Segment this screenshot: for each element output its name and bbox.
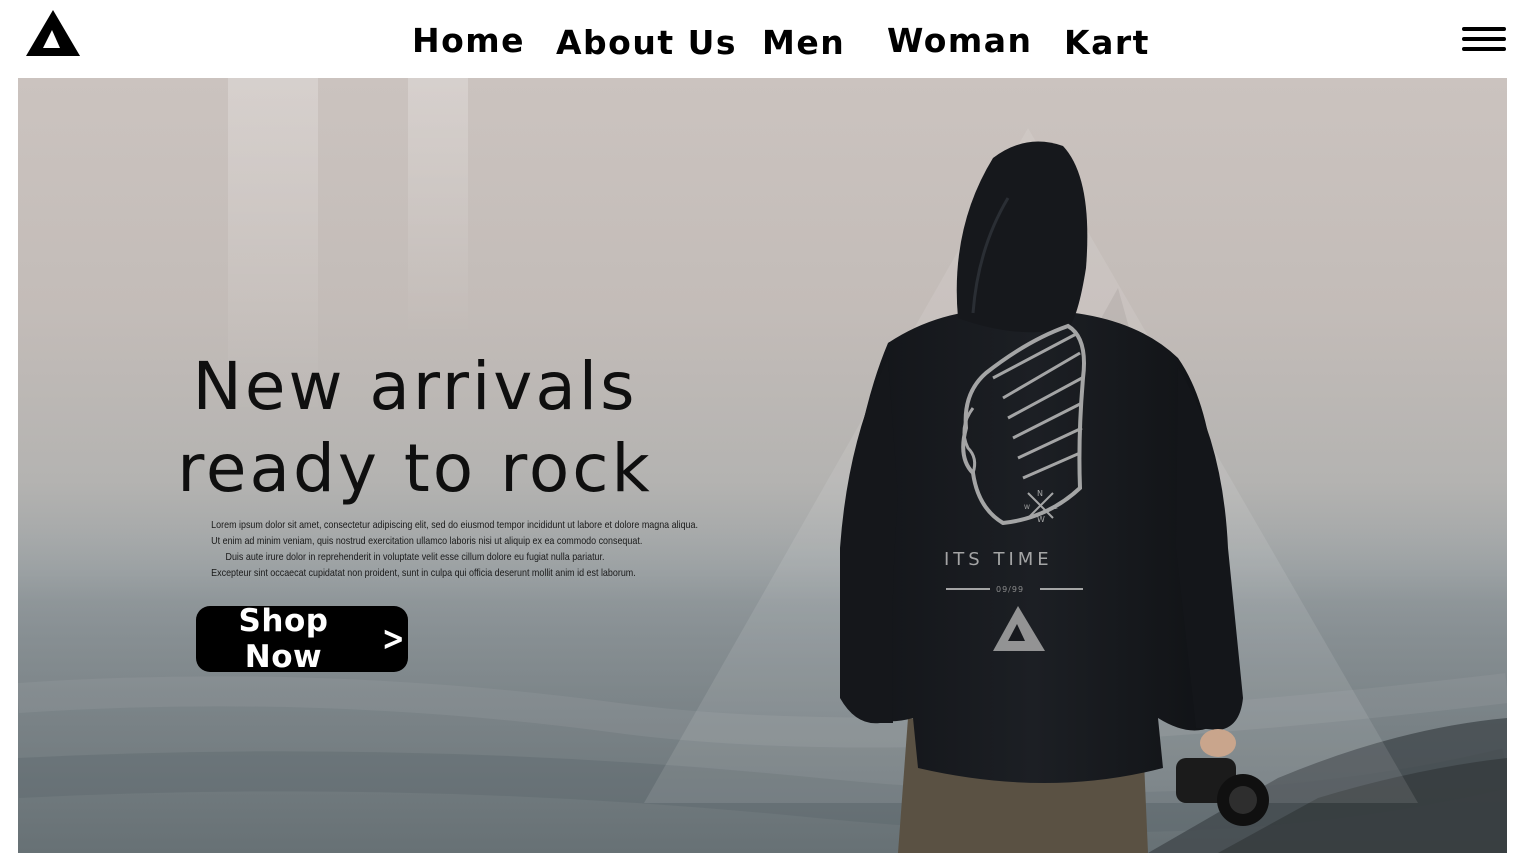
hamburger-menu-icon[interactable]: [1462, 27, 1506, 53]
compass-letter-w1: W: [1024, 504, 1030, 511]
nav-woman[interactable]: Woman: [887, 21, 1033, 60]
description-line: Lorem ipsum dolor sit amet, consectetur …: [211, 520, 698, 531]
nav-men[interactable]: Men: [762, 23, 845, 62]
nav-home[interactable]: Home: [412, 21, 525, 60]
hoodie-print-date: 09/99: [996, 585, 1024, 594]
description-line: Excepteur sint occaecat cupidatat non pr…: [211, 568, 636, 579]
compass-letter-n: N: [1037, 489, 1043, 498]
site-header: Home About Us Men Woman Kart: [0, 0, 1534, 78]
headline-line-1: New arrivals: [192, 348, 638, 425]
description-line: Duis aute irure dolor in reprehenderit i…: [225, 552, 605, 563]
hero-headline: New arrivals ready to rock: [170, 346, 660, 510]
hoodie-print-title: ITS TIME: [944, 549, 1053, 570]
shop-now-button[interactable]: Shop Now >: [196, 603, 408, 675]
description-line: Ut enim ad minim veniam, quis nostrud ex…: [211, 536, 643, 547]
hero-description: Lorem ipsum dolor sit amet, consectetur …: [211, 518, 698, 582]
compass-letter-w2: W: [1037, 515, 1045, 524]
shop-now-label: Shop Now: [238, 603, 329, 675]
hero-banner: N E W W ITS TIME 09/99 New arrivals read…: [18, 78, 1507, 853]
nav-kart[interactable]: Kart: [1064, 23, 1150, 62]
chevron-right-icon: >: [381, 619, 406, 659]
compass-letter-e: E: [1054, 504, 1058, 511]
main-nav: Home About Us Men Woman Kart: [0, 0, 1534, 78]
headline-line-2: ready to rock: [177, 430, 653, 507]
nav-about-us[interactable]: About Us: [556, 23, 737, 62]
